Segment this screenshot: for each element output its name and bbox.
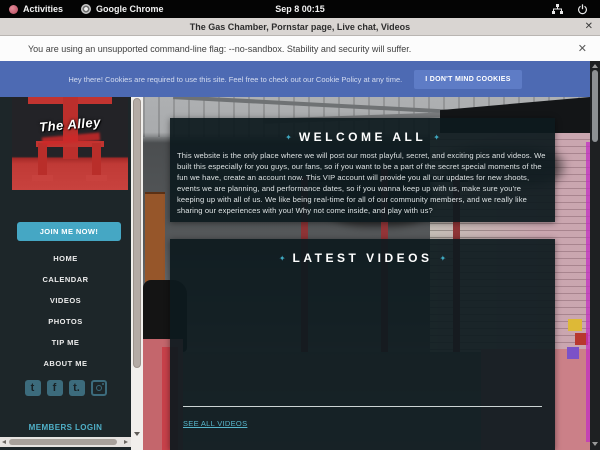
sidebar-vertical-scrollbar[interactable] (131, 97, 143, 450)
sidebar-item-home[interactable]: HOME (0, 248, 131, 269)
app-menu-button[interactable]: Google Chrome (72, 0, 173, 18)
site-logo[interactable]: The Alley (12, 97, 128, 190)
window-title: The Gas Chamber, Pornstar page, Live cha… (190, 22, 410, 32)
sidebar-menu: HOME CALENDAR VIDEOS PHOTOS TIP ME ABOUT… (0, 248, 131, 374)
logo-structure (86, 175, 107, 181)
power-icon[interactable] (577, 4, 588, 15)
browser-scroll-thumb[interactable] (592, 70, 598, 142)
horizontal-scroll-thumb[interactable] (9, 439, 117, 445)
chrome-icon (81, 4, 91, 14)
divider (183, 406, 542, 407)
cookie-bar: Hey there! Cookies are required to use t… (0, 61, 590, 97)
tumblr-icon[interactable]: t. (69, 380, 85, 396)
network-tree-icon[interactable] (552, 4, 563, 15)
sidebar: The Alley JOIN ME NOW! HOME CALENDAR VID… (0, 97, 131, 450)
sidebar-item-about-me[interactable]: ABOUT ME (0, 353, 131, 374)
logo-structure (38, 143, 47, 179)
browser-scrollbar[interactable] (590, 61, 600, 450)
welcome-heading-text: WELCOME ALL (299, 130, 426, 144)
photo-door (145, 192, 165, 287)
welcome-panel: ✦ WELCOME ALL ✦ This website is the only… (170, 118, 555, 222)
sidebar-item-tip-me[interactable]: TIP ME (0, 332, 131, 353)
instagram-icon[interactable] (91, 380, 107, 396)
logo-structure (32, 175, 53, 181)
activities-button[interactable]: Activities (0, 0, 72, 18)
scroll-up-arrow[interactable] (592, 64, 598, 68)
latest-videos-heading: ✦ LATEST VIDEOS ✦ (170, 251, 555, 265)
diamond-ornament: ✦ (439, 254, 446, 263)
diamond-ornament: ✦ (433, 133, 440, 142)
activities-label: Activities (23, 4, 63, 14)
accept-cookies-button[interactable]: I DON'T MIND COOKIES (414, 70, 521, 89)
scroll-down-arrow[interactable] (134, 432, 140, 436)
sidebar-item-photos[interactable]: PHOTOS (0, 311, 131, 332)
cookie-message: Hey there! Cookies are required to use t… (68, 75, 402, 84)
gnome-top-bar: Activities Google Chrome Sep 8 00:15 (0, 0, 600, 18)
diamond-ornament: ✦ (285, 133, 292, 142)
sidebar-horizontal-scrollbar[interactable] (0, 437, 131, 447)
twitter-icon[interactable]: t (25, 380, 41, 396)
welcome-heading: ✦ WELCOME ALL ✦ (170, 130, 555, 144)
flag-warning-bar: You are using an unsupported command-lin… (0, 36, 600, 61)
sidebar-scroll-thumb[interactable] (133, 98, 141, 368)
screen: Activities Google Chrome Sep 8 00:15 The… (0, 0, 600, 450)
social-links: t f t. (0, 380, 131, 396)
logo-structure (92, 143, 101, 179)
photo-gift-box (567, 347, 579, 359)
facebook-icon[interactable]: f (47, 380, 63, 396)
scroll-down-arrow[interactable] (592, 442, 598, 446)
instagram-dot (102, 383, 104, 385)
latest-videos-panel: ✦ LATEST VIDEOS ✦ SEE ALL VIDEOS (170, 239, 555, 450)
flag-warning-text: You are using an unsupported command-lin… (28, 44, 411, 54)
diamond-ornament: ✦ (279, 254, 286, 263)
members-login-link[interactable]: MEMBERS LOGIN (0, 423, 131, 432)
latest-videos-heading-text: LATEST VIDEOS (293, 251, 433, 265)
join-me-now-button[interactable]: JOIN ME NOW! (17, 222, 121, 241)
infobar-close-icon[interactable]: ✕ (578, 42, 587, 55)
distro-icon (9, 5, 18, 14)
sidebar-item-videos[interactable]: VIDEOS (0, 290, 131, 311)
window-close-button[interactable]: ✕ (585, 18, 593, 36)
instagram-lens (96, 385, 102, 391)
photo-gift-box (568, 319, 582, 331)
see-all-videos-link[interactable]: SEE ALL VIDEOS (183, 419, 247, 428)
browser-viewport: Hey there! Cookies are required to use t… (0, 61, 590, 450)
app-menu-label: Google Chrome (96, 4, 164, 14)
welcome-body-text: This website is the only place where we … (177, 151, 546, 216)
scroll-right-arrow[interactable] (124, 440, 128, 444)
scroll-left-arrow[interactable] (2, 440, 6, 444)
sidebar-item-calendar[interactable]: CALENDAR (0, 269, 131, 290)
window-titlebar: The Gas Chamber, Pornstar page, Live cha… (0, 18, 600, 36)
hero-photo-background: ✦ WELCOME ALL ✦ This website is the only… (143, 97, 590, 450)
